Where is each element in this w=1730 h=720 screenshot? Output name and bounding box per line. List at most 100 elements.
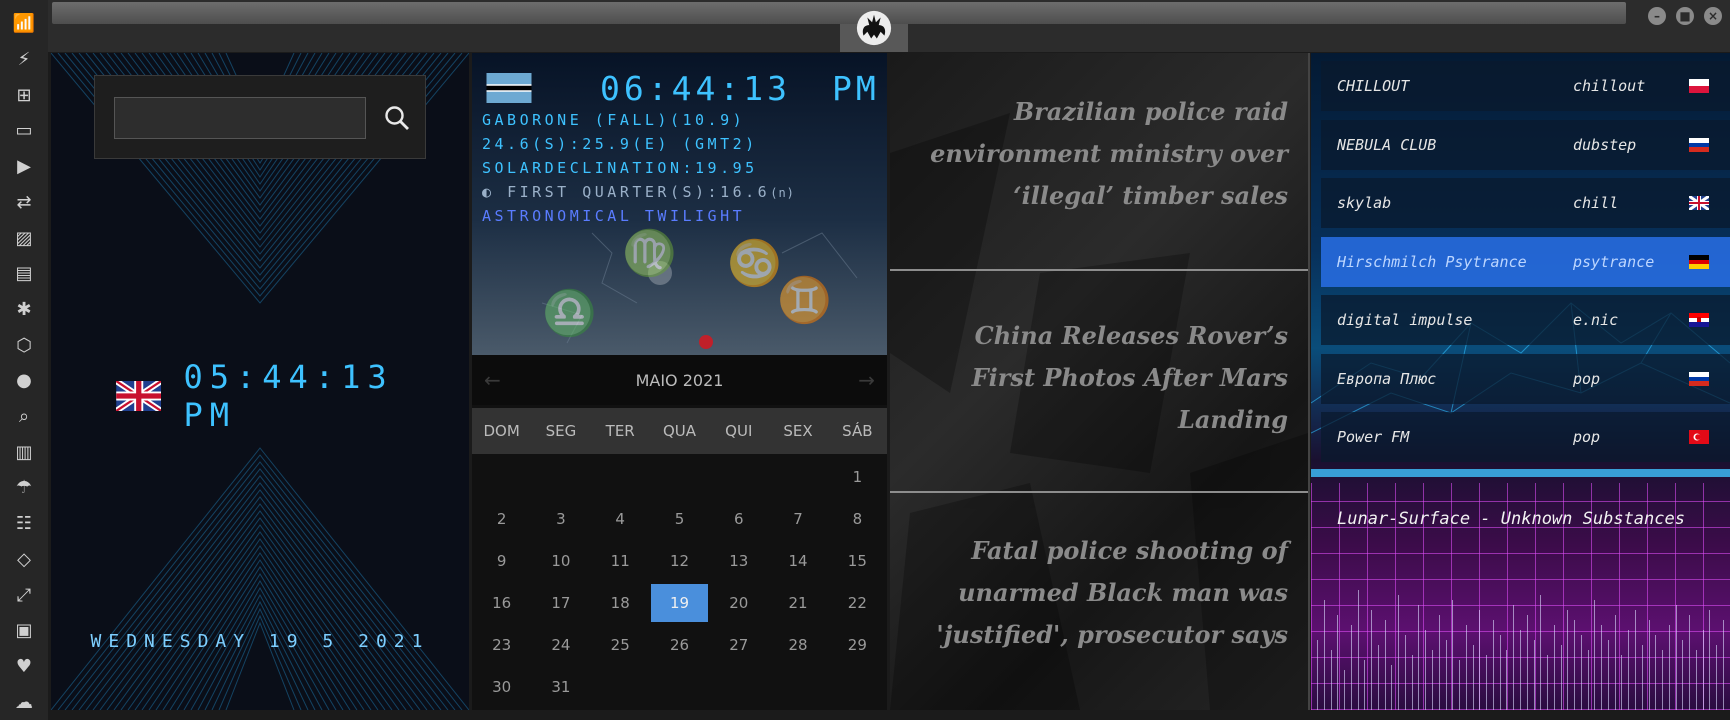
news-item-3[interactable]: Fatal police shooting of unarmed Black m… <box>928 530 1288 656</box>
calendar-grid: 1 2 3 4 5 6 7 8 9 10 11 12 13 14 15 16 17 18 19 20 21 22 23 24 2… <box>472 456 887 708</box>
radio-station-row[interactable]: Power FM pop <box>1321 412 1730 462</box>
calendar-day[interactable]: 28 <box>768 624 827 666</box>
moon-phase-text: FIRST QUARTER(S):16.6 <box>507 183 771 201</box>
russia-flag-icon <box>1689 137 1709 152</box>
heart-icon[interactable]: ♥ <box>0 649 48 685</box>
windows-icon[interactable]: ⊞ <box>0 77 48 113</box>
globe-icon[interactable]: ● <box>0 363 48 399</box>
calendar-day[interactable]: 22 <box>828 582 887 624</box>
news-item-2[interactable]: China Releases Rover’s First Photos Afte… <box>928 315 1288 441</box>
calendar-day[interactable]: 23 <box>472 624 531 666</box>
calendar-day[interactable]: 14 <box>768 540 827 582</box>
calendar-day[interactable]: 5 <box>650 498 709 540</box>
calendar-day[interactable]: 1 <box>828 456 887 498</box>
wifi-icon[interactable]: 📶 <box>0 6 48 42</box>
calendar-day[interactable]: 24 <box>531 624 590 666</box>
visualizer-bar <box>1384 620 1386 710</box>
radio-station-row[interactable]: NEBULA CLUB dubstep <box>1321 119 1730 170</box>
archive-icon[interactable]: ▭ <box>0 113 48 149</box>
calendar-day[interactable]: 18 <box>591 582 650 624</box>
visualizer-bar <box>1716 645 1717 710</box>
radio-station-row[interactable]: skylab chill <box>1321 178 1730 228</box>
maximize-icon[interactable]: ■ <box>1676 7 1694 25</box>
calendar-day[interactable]: 26 <box>650 624 709 666</box>
station-genre: chill <box>1573 194 1619 212</box>
calendar-day[interactable]: 8 <box>828 498 887 540</box>
radio-station-row[interactable]: Европа Плюс pop <box>1321 353 1730 404</box>
svg-text:♎: ♎ <box>542 288 597 339</box>
radio-station-row[interactable]: Hirschmilch Psytrance psytrance <box>1321 236 1730 287</box>
calendar-blank-cell <box>768 456 827 498</box>
visualizer-bar <box>1655 635 1657 710</box>
radio-station-row[interactable]: CHILLOUT chillout <box>1321 61 1730 111</box>
cloud-icon[interactable]: ☁ <box>0 684 48 720</box>
minimize-icon[interactable]: – <box>1648 7 1666 25</box>
visualizer-bar <box>1445 640 1447 710</box>
calendar-day[interactable]: 31 <box>531 666 590 708</box>
local-time-ampm: PM <box>832 69 880 108</box>
map-icon[interactable]: ▥ <box>0 434 48 470</box>
calendar-day[interactable]: 4 <box>591 498 650 540</box>
coordinates: 24.6(S):25.9(E) (GMT2) <box>482 135 758 153</box>
fullscreen-icon[interactable]: ⤢ <box>0 577 48 613</box>
visualizer-bar <box>1337 615 1339 710</box>
lightning-icon[interactable]: ⚡ <box>0 42 48 78</box>
visualizer-bar <box>1391 665 1393 710</box>
astro-calendar-panel: ♎ ♍ ♋ ♊ 06:44:13 PM GABORONE (FALL)(10.9… <box>472 53 887 710</box>
youtube-icon[interactable]: ▣ <box>0 613 48 649</box>
search-input[interactable] <box>114 97 366 139</box>
search-icon[interactable]: ⌕ <box>0 399 48 435</box>
calendar-next-icon[interactable]: → <box>858 368 875 392</box>
contacts-icon[interactable]: ☷ <box>0 506 48 542</box>
calendar-day[interactable]: 30 <box>472 666 531 708</box>
sidebar: 📶 ⚡ ⊞ ▭ ▶ ⇄ ▨ ▤ ✱ ⬡ ● ⌕ ▥ ☂ ☷ ◇ ⤢ ▣ ♥ ☁ <box>0 0 48 720</box>
calendar-day[interactable]: 3 <box>531 498 590 540</box>
calendar-day[interactable]: 11 <box>591 540 650 582</box>
calendar-day[interactable]: 10 <box>531 540 590 582</box>
calendar-day[interactable]: 29 <box>828 624 887 666</box>
calendar-day[interactable]: 21 <box>768 582 827 624</box>
calendar-day[interactable]: 12 <box>650 540 709 582</box>
visualizer-bar <box>1357 590 1359 710</box>
calendar-day[interactable]: 16 <box>472 582 531 624</box>
calendar-prev-icon[interactable]: ← <box>484 368 501 392</box>
calendar-day[interactable]: 7 <box>768 498 827 540</box>
calendar-day[interactable]: 6 <box>709 498 768 540</box>
united-kingdom-flag-icon <box>1689 196 1709 210</box>
calendar-day[interactable]: 25 <box>591 624 650 666</box>
logo-tab[interactable] <box>840 10 908 52</box>
calendar-day[interactable]: 20 <box>709 582 768 624</box>
calendar-day[interactable]: 27 <box>709 624 768 666</box>
station-name: Европа Плюс <box>1337 369 1437 388</box>
visualizer-bar <box>1459 660 1460 710</box>
calendar-header: ← MAIO 2021 → <box>472 355 887 405</box>
weekday-label: QUA <box>662 422 696 440</box>
radio-station-row[interactable]: digital impulse e.nic <box>1321 295 1730 345</box>
germany-flag-icon <box>1689 254 1709 269</box>
moon-phase: ◐ FIRST QUARTER(S):16.6(n) <box>482 183 795 201</box>
calendar-blank-cell <box>472 456 531 498</box>
search-button[interactable] <box>377 98 417 138</box>
calendar-day[interactable]: 9 <box>472 540 531 582</box>
translate-icon[interactable]: ⇄ <box>0 185 48 221</box>
umbrella-icon[interactable]: ☂ <box>0 470 48 506</box>
calendar-day-today[interactable]: 19 <box>650 584 709 622</box>
calendar-day[interactable]: 17 <box>531 582 590 624</box>
visualizer-bar <box>1472 645 1474 710</box>
image-icon[interactable]: ▨ <box>0 220 48 256</box>
title-drag-area[interactable] <box>52 2 1626 24</box>
calendar-day[interactable]: 15 <box>828 540 887 582</box>
play-icon[interactable]: ▶ <box>0 149 48 185</box>
atom-icon[interactable]: ✱ <box>0 292 48 328</box>
news-icon[interactable]: ▤ <box>0 256 48 292</box>
calendar-day[interactable]: 2 <box>472 498 531 540</box>
calendar-day[interactable]: 13 <box>709 540 768 582</box>
close-icon[interactable]: × <box>1704 7 1722 25</box>
hexagon-icon[interactable]: ⬡ <box>0 327 48 363</box>
station-genre: psytrance <box>1573 252 1655 271</box>
visualizer-bar <box>1587 650 1589 710</box>
code-icon[interactable]: ◇ <box>0 542 48 578</box>
news-item-1[interactable]: Brazilian police raid environment minist… <box>928 91 1288 217</box>
united-kingdom-flag-icon <box>116 381 162 411</box>
visualizer-bar <box>1526 615 1528 710</box>
